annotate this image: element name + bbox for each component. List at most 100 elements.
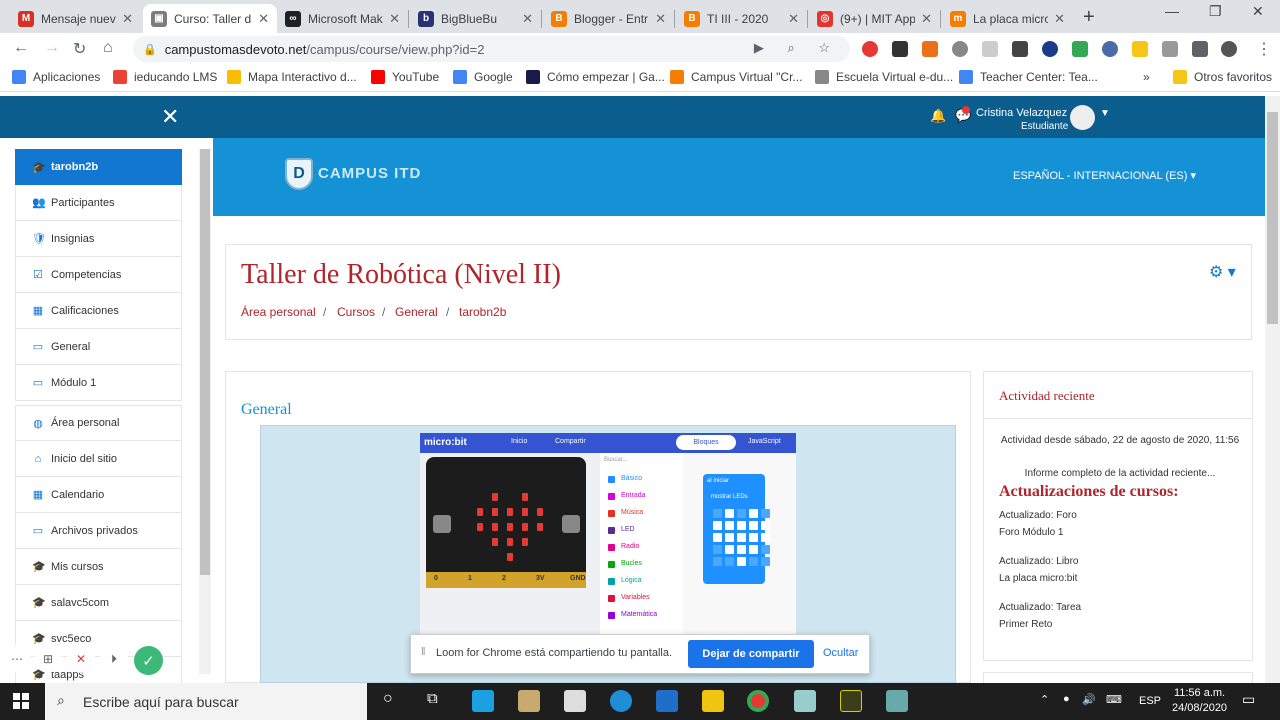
- drawer-item-competencias[interactable]: ☑ Competencias: [15, 257, 182, 293]
- drawer-item-calificaciones[interactable]: ▦ Calificaciones: [15, 293, 182, 329]
- home-icon[interactable]: ⌂: [103, 39, 113, 57]
- bookmark-item[interactable]: Aplicaciones: [12, 70, 100, 84]
- omnibox-actions-icon[interactable]: ▶ ⌕ ☆: [754, 40, 840, 56]
- extension-icon[interactable]: [952, 41, 968, 57]
- language-indicator[interactable]: ESP: [1139, 695, 1161, 707]
- hide-button[interactable]: Ocultar: [823, 647, 858, 659]
- new-tab-button[interactable]: +: [1083, 6, 1095, 29]
- bookmark-item[interactable]: Cómo empezar | Ga...: [526, 70, 665, 84]
- close-tab-icon[interactable]: ✕: [522, 11, 533, 27]
- avatar[interactable]: [1070, 105, 1095, 130]
- browser-tab[interactable]: b BigBlueBu ✕: [410, 4, 541, 33]
- language-menu[interactable]: ESPAÑOL - INTERNACIONAL (ES) ▾: [1013, 169, 1196, 182]
- drawer-item-calendario[interactable]: ▦ Calendario: [15, 477, 182, 513]
- user-name[interactable]: Cristina Velazquez: [976, 107, 1067, 119]
- loom-cancel-icon[interactable]: ✕: [67, 645, 95, 673]
- reload-icon[interactable]: ↻: [73, 39, 86, 59]
- keyboard-icon[interactable]: ⌨: [1106, 693, 1122, 706]
- drawer-item-insignias[interactable]: 🛡 Insignias: [15, 221, 182, 257]
- mail-icon[interactable]: [656, 690, 678, 712]
- close-tab-icon[interactable]: ✕: [788, 11, 799, 27]
- clock[interactable]: 11:56 a.m. 24/08/2020: [1172, 686, 1227, 716]
- close-tab-icon[interactable]: ✕: [122, 11, 133, 27]
- extension-icon[interactable]: [1042, 41, 1058, 57]
- site-logo-text[interactable]: CAMPUS ITD: [318, 165, 421, 182]
- stop-sharing-button[interactable]: Dejar de compartir: [688, 640, 814, 668]
- close-tab-icon[interactable]: ✕: [1054, 11, 1065, 27]
- breadcrumb-item[interactable]: General: [395, 305, 438, 319]
- close-tab-icon[interactable]: ✕: [921, 11, 932, 27]
- drawer-item-inicio-del-sitio[interactable]: ⌂ Inicio del sitio: [15, 441, 182, 477]
- drag-handle-icon[interactable]: ‖: [421, 646, 426, 658]
- store-icon[interactable]: [564, 690, 586, 712]
- mic-icon[interactable]: ●: [1063, 693, 1070, 705]
- chrome-icon[interactable]: [747, 690, 769, 712]
- app-icon[interactable]: [886, 690, 908, 712]
- minimize-button[interactable]: —: [1165, 3, 1179, 19]
- drawer-item-salavc5com[interactable]: 🎓 salavc5com: [15, 585, 182, 621]
- activity-link[interactable]: Primer Reto: [999, 619, 1052, 630]
- extension-icon[interactable]: [1132, 41, 1148, 57]
- drawer-item-archivos-privados[interactable]: ▭ Archivos privados: [15, 513, 182, 549]
- close-tab-icon[interactable]: ✕: [655, 11, 666, 27]
- browser-tab[interactable]: ▣ Curso: Taller d ✕: [143, 4, 277, 33]
- bookmark-item[interactable]: YouTube: [371, 70, 439, 84]
- notifications-icon[interactable]: ▭: [1242, 691, 1255, 708]
- loom-pause-icon[interactable]: ⏵: [100, 645, 128, 673]
- puzzle-icon[interactable]: [1192, 41, 1208, 57]
- explorer-icon[interactable]: [702, 690, 724, 712]
- bookmark-item[interactable]: Mapa Interactivo d...: [227, 70, 357, 84]
- breadcrumb-item[interactable]: Cursos: [337, 305, 375, 319]
- address-bar[interactable]: 🔒 campustomasdevoto.net/campus/course/vi…: [133, 36, 850, 62]
- extension-icon[interactable]: [1012, 41, 1028, 57]
- volume-icon[interactable]: 🔊: [1082, 693, 1096, 706]
- app-icon[interactable]: [472, 690, 494, 712]
- extension-icon[interactable]: [922, 41, 938, 57]
- drawer-item-tarobn2b[interactable]: 🎓 tarobn2b: [15, 149, 182, 185]
- bookmark-item[interactable]: Escuela Virtual e-du...: [815, 70, 953, 84]
- bookmark-item[interactable]: ieducando LMS: [113, 70, 217, 84]
- drawer-item-mis-cursos[interactable]: 🎓 Mis cursos: [15, 549, 182, 585]
- bookmark-item[interactable]: Campus Virtual "Cr...: [670, 70, 802, 84]
- loom-more-icon[interactable]: ⋯: [3, 645, 31, 673]
- extension-icon[interactable]: [982, 41, 998, 57]
- page-scrollbar-thumb[interactable]: [1267, 112, 1278, 324]
- close-tab-icon[interactable]: ✕: [258, 11, 269, 27]
- section-title[interactable]: General: [241, 401, 292, 419]
- drawer-item-participantes[interactable]: 👥 Participantes: [15, 185, 182, 221]
- site-logo-shield-icon[interactable]: D: [285, 158, 313, 190]
- bell-icon[interactable]: 🔔: [930, 108, 946, 124]
- edge-icon[interactable]: [610, 690, 632, 712]
- close-tab-icon[interactable]: ✕: [389, 11, 400, 27]
- drive-icon[interactable]: [1072, 41, 1088, 57]
- drawer-item-m-dulo-1[interactable]: ▭ Módulo 1: [15, 365, 182, 401]
- drawer-item-general[interactable]: ▭ General: [15, 329, 182, 365]
- breadcrumb-item[interactable]: tarobn2b: [459, 305, 506, 319]
- menu-icon[interactable]: ⋮: [1256, 39, 1272, 59]
- browser-tab[interactable]: m La placa micro ✕: [942, 4, 1073, 33]
- browser-tab[interactable]: B Blogger - Entr ✕: [543, 4, 674, 33]
- browser-tab[interactable]: M Mensaje nuev ✕: [10, 4, 141, 33]
- caret-down-icon[interactable]: ▼: [1100, 108, 1110, 119]
- other-bookmarks[interactable]: Otros favoritos: [1173, 70, 1272, 84]
- breadcrumb-item[interactable]: Área personal: [241, 305, 316, 319]
- extension-icon[interactable]: [892, 41, 908, 57]
- maximize-button[interactable]: ❐: [1209, 3, 1222, 20]
- app-icon[interactable]: [794, 690, 816, 712]
- bookmark-item[interactable]: Google: [453, 70, 513, 84]
- extension-icon[interactable]: [1162, 41, 1178, 57]
- fireworks-icon[interactable]: [840, 690, 862, 712]
- activity-link[interactable]: La placa micro:bit: [999, 573, 1077, 584]
- close-drawer-icon[interactable]: ✕: [161, 104, 179, 130]
- profile-avatar[interactable]: [1221, 41, 1237, 57]
- lock-icon[interactable]: 🔒: [143, 43, 157, 56]
- gear-icon[interactable]: ⚙ ▾: [1209, 262, 1236, 282]
- extension-icon[interactable]: [1102, 41, 1118, 57]
- browser-tab[interactable]: ◎ (9+) | MIT App ✕: [809, 4, 940, 33]
- drawer-item--rea-personal[interactable]: ◍ Área personal: [15, 405, 182, 441]
- app-icon[interactable]: [518, 690, 540, 712]
- activity-link[interactable]: Foro Módulo 1: [999, 527, 1063, 538]
- full-report-link[interactable]: Informe completo de la actividad recient…: [995, 468, 1245, 479]
- bookmarks-overflow-button[interactable]: »: [1143, 70, 1150, 84]
- back-icon[interactable]: ←: [13, 39, 29, 57]
